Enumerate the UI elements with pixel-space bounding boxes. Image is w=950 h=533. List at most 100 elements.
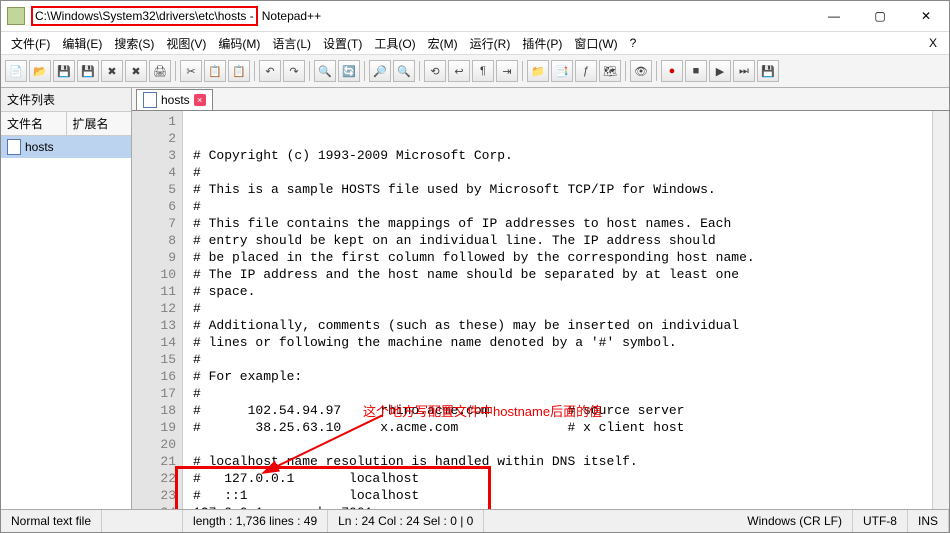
- tab-label: hosts: [161, 93, 190, 107]
- code-line: #: [193, 385, 932, 402]
- monitor-icon[interactable]: 👁: [630, 60, 652, 82]
- tab-hosts[interactable]: hosts ×: [136, 89, 213, 110]
- redo-icon[interactable]: ↷: [283, 60, 305, 82]
- file-icon: [143, 92, 157, 108]
- minimize-button[interactable]: ―: [811, 2, 857, 30]
- menu-file[interactable]: 文件(F): [5, 33, 56, 54]
- copy-icon[interactable]: 📋: [204, 60, 226, 82]
- doclist-icon[interactable]: 📑: [551, 60, 573, 82]
- play-icon[interactable]: ▶: [709, 60, 731, 82]
- allchars-icon[interactable]: ¶: [472, 60, 494, 82]
- status-empty: [102, 510, 183, 532]
- close-icon[interactable]: ✖: [101, 60, 123, 82]
- undo-icon[interactable]: ↶: [259, 60, 281, 82]
- status-length: length : 1,736 lines : 49: [183, 510, 328, 532]
- cut-icon[interactable]: ✂: [180, 60, 202, 82]
- code-line: #: [193, 351, 932, 368]
- code-line: 127.0.0.1 eureka-7001: [193, 504, 932, 509]
- savemacro-icon[interactable]: 💾: [757, 60, 779, 82]
- title-path: C:\Windows\System32\drivers\etc\hosts -: [31, 6, 258, 26]
- separator-icon: [175, 61, 176, 81]
- file-list-panel: 文件列表 文件名 扩展名 hosts: [1, 88, 132, 509]
- code-line: # 38.25.63.10 x.acme.com # x client host: [193, 419, 932, 436]
- code-line: # space.: [193, 283, 932, 300]
- statusbar: Normal text file length : 1,736 lines : …: [1, 509, 949, 532]
- replace-icon[interactable]: 🔄: [338, 60, 360, 82]
- new-icon[interactable]: 📄: [5, 60, 27, 82]
- wrap-icon[interactable]: ↩: [448, 60, 470, 82]
- code-line: # ::1 localhost: [193, 487, 932, 504]
- save-icon[interactable]: 💾: [53, 60, 75, 82]
- menu-run[interactable]: 运行(R): [464, 33, 517, 54]
- menu-language[interactable]: 语言(L): [266, 33, 317, 54]
- map-icon[interactable]: 🗺: [599, 60, 621, 82]
- menu-help[interactable]: ?: [624, 34, 643, 52]
- code-line: # This file contains the mappings of IP …: [193, 215, 932, 232]
- code-line: # This is a sample HOSTS file used by Mi…: [193, 181, 932, 198]
- editor[interactable]: 1234567891011121314151617181920212223242…: [132, 111, 949, 509]
- workarea: 文件列表 文件名 扩展名 hosts hosts × 1234567891011…: [1, 88, 949, 509]
- code-line: # entry should be kept on an individual …: [193, 232, 932, 249]
- folder-icon[interactable]: 📁: [527, 60, 549, 82]
- closeall-icon[interactable]: ✖: [125, 60, 147, 82]
- code-line: # The IP address and the host name shoul…: [193, 266, 932, 283]
- menu-secondary-close[interactable]: X: [921, 34, 945, 52]
- menu-plugins[interactable]: 插件(P): [516, 33, 568, 54]
- file-list-item[interactable]: hosts: [1, 136, 131, 158]
- status-ins: INS: [908, 510, 949, 532]
- print-icon[interactable]: 🖨: [149, 60, 171, 82]
- file-name: hosts: [25, 140, 54, 154]
- zoomout-icon[interactable]: 🔍: [393, 60, 415, 82]
- menu-view[interactable]: 视图(V): [160, 33, 212, 54]
- menu-tools[interactable]: 工具(O): [368, 33, 421, 54]
- app-window: C:\Windows\System32\drivers\etc\hosts - …: [0, 0, 950, 533]
- status-mode: Normal text file: [1, 510, 102, 532]
- col-ext[interactable]: 扩展名: [67, 112, 132, 135]
- close-button[interactable]: ✕: [903, 2, 949, 30]
- saveall-icon[interactable]: 💾: [77, 60, 99, 82]
- menu-edit[interactable]: 编辑(E): [56, 33, 108, 54]
- tabbar: hosts ×: [132, 88, 949, 111]
- file-icon: [7, 139, 21, 155]
- titlebar: C:\Windows\System32\drivers\etc\hosts - …: [1, 1, 949, 32]
- sync-icon[interactable]: ⟲: [424, 60, 446, 82]
- code-line: #: [193, 198, 932, 215]
- code-line: # be placed in the first column followed…: [193, 249, 932, 266]
- app-icon: [7, 7, 25, 25]
- status-eol: Windows (CR LF): [737, 510, 853, 532]
- panel-title: 文件列表: [1, 88, 131, 112]
- maximize-button[interactable]: ▢: [857, 2, 903, 30]
- playmulti-icon[interactable]: ⏭: [733, 60, 755, 82]
- separator-icon: [656, 61, 657, 81]
- code-area[interactable]: # Copyright (c) 1993-2009 Microsoft Corp…: [183, 111, 932, 509]
- title-app: Notepad++: [258, 7, 811, 25]
- menu-encoding[interactable]: 编码(M): [212, 33, 266, 54]
- separator-icon: [254, 61, 255, 81]
- zoomin-icon[interactable]: 🔎: [369, 60, 391, 82]
- code-line: #: [193, 300, 932, 317]
- menu-settings[interactable]: 设置(T): [317, 33, 368, 54]
- code-line: # Copyright (c) 1993-2009 Microsoft Corp…: [193, 147, 932, 164]
- separator-icon: [419, 61, 420, 81]
- menu-window[interactable]: 窗口(W): [568, 33, 623, 54]
- code-line: # 102.54.94.97 rhino.acme.com # source s…: [193, 402, 932, 419]
- code-line: # localhost name resolution is handled w…: [193, 453, 932, 470]
- editor-zone: hosts × 12345678910111213141516171819202…: [132, 88, 949, 509]
- code-line: #: [193, 164, 932, 181]
- separator-icon: [309, 61, 310, 81]
- find-icon[interactable]: 🔍: [314, 60, 336, 82]
- funclist-icon[interactable]: ƒ: [575, 60, 597, 82]
- indent-icon[interactable]: ⇥: [496, 60, 518, 82]
- vertical-scrollbar[interactable]: [932, 111, 949, 509]
- open-icon[interactable]: 📂: [29, 60, 51, 82]
- code-line: # 127.0.0.1 localhost: [193, 470, 932, 487]
- col-filename[interactable]: 文件名: [1, 112, 67, 135]
- separator-icon: [364, 61, 365, 81]
- code-line: # For example:: [193, 368, 932, 385]
- stop-icon[interactable]: ■: [685, 60, 707, 82]
- menu-macro[interactable]: 宏(M): [422, 33, 464, 54]
- menu-search[interactable]: 搜索(S): [108, 33, 160, 54]
- paste-icon[interactable]: 📋: [228, 60, 250, 82]
- record-icon[interactable]: ●: [661, 60, 683, 82]
- tab-close-icon[interactable]: ×: [194, 94, 206, 106]
